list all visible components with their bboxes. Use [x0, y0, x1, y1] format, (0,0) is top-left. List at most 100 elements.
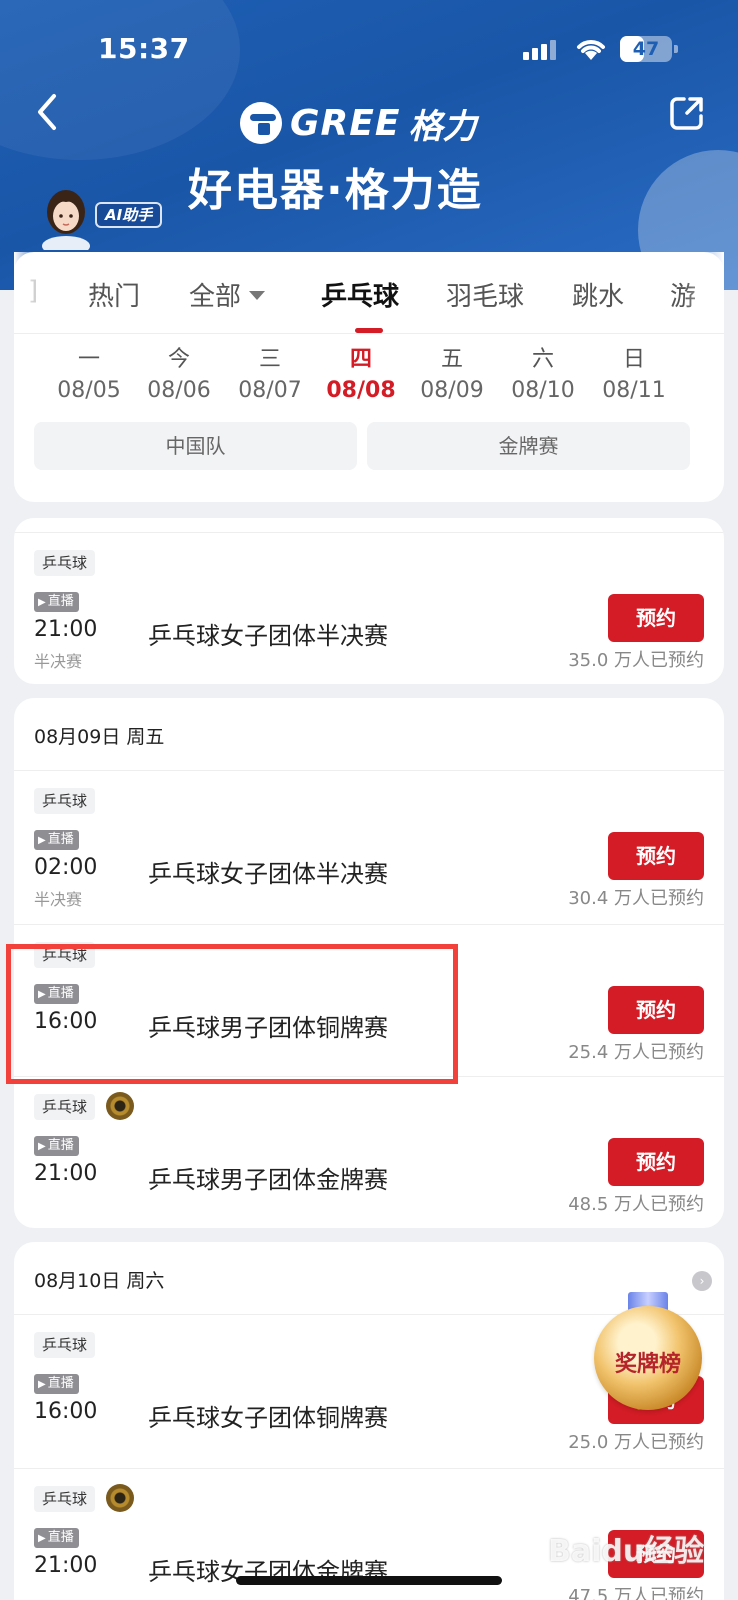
battery-percent: 47: [632, 38, 660, 60]
gold-medal-icon: [106, 1484, 134, 1512]
reserve-button[interactable]: 预约: [608, 986, 704, 1034]
event-time: 21:00: [34, 617, 98, 642]
header-decoration: [0, 0, 240, 160]
sport-tag: 乒乓球: [34, 788, 96, 814]
category-tabs: ] 热门 全部 乒乓球 羽毛球 跳水 游: [14, 252, 724, 334]
ai-assistant-label[interactable]: AI助手: [95, 202, 163, 228]
day-weekday: 六: [531, 347, 554, 372]
status-time: 15:37: [98, 32, 190, 65]
active-tab-indicator: [355, 328, 383, 333]
day-date: 08/11: [602, 378, 666, 403]
tab-pingpong[interactable]: 乒乓球: [321, 276, 399, 313]
reserve-button[interactable]: 预约: [608, 832, 704, 880]
tab-all[interactable]: 全部: [189, 276, 266, 313]
schedule-section: 乒乓球 直播 21:00 半决赛 乒乓球女子团体半决赛 预约 35.0 万人已预…: [14, 518, 724, 684]
reservation-count: 25.0 万人已预约: [568, 1432, 704, 1453]
day-wed[interactable]: 三 08/07: [230, 346, 310, 408]
day-today[interactable]: 今 08/06: [139, 346, 219, 408]
day-weekday: 五: [440, 347, 463, 372]
tab-all-label: 全部: [189, 282, 242, 312]
event-row[interactable]: 乒乓球 直播 21:00 乒乓球男子团体金牌赛 预约 48.5 万人已预约: [14, 1078, 724, 1228]
day-date: 08/09: [420, 378, 484, 403]
gold-medal-icon: [106, 1092, 134, 1120]
watermark: Baidu经验: [548, 1534, 705, 1569]
cellular-signal-icon: [523, 38, 559, 60]
event-time: 21:00: [34, 1161, 98, 1186]
sport-tag: 乒乓球: [34, 1332, 96, 1358]
back-arrow-icon[interactable]: [30, 90, 70, 134]
chevron-right-icon[interactable]: ›: [692, 1271, 712, 1291]
day-date: 08/06: [147, 378, 211, 403]
event-time: 16:00: [34, 1399, 98, 1424]
sport-tag: 乒乓球: [34, 550, 96, 576]
day-fri[interactable]: 五 08/09: [412, 346, 492, 408]
section-date-header: 08月09日 周五: [34, 726, 165, 748]
day-sun[interactable]: 日 08/11: [594, 346, 674, 408]
day-weekday: 今: [167, 347, 190, 372]
tab-diving[interactable]: 跳水: [572, 276, 624, 313]
chevron-down-icon: [249, 291, 266, 300]
event-title: 乒乓球女子团体铜牌赛: [148, 1404, 388, 1432]
day-weekday: 一: [77, 347, 100, 372]
event-title: 乒乓球女子团体半决赛: [148, 860, 388, 888]
reservation-count: 35.0 万人已预约: [568, 650, 704, 671]
gold-medal-filter[interactable]: 金牌赛: [367, 422, 690, 470]
home-indicator[interactable]: [236, 1576, 502, 1585]
gree-logo-icon: [240, 102, 282, 144]
tabs-fade-right: [684, 252, 724, 333]
day-mon[interactable]: 一 08/05: [49, 346, 129, 408]
share-icon[interactable]: [668, 94, 706, 132]
live-badge: 直播: [34, 1374, 79, 1394]
highlight-box: [6, 944, 458, 1084]
divider: [14, 770, 724, 771]
reservation-count: 25.4 万人已预约: [568, 1042, 704, 1063]
brand-logo: GREE 格力: [240, 100, 477, 147]
battery-nub: [674, 45, 678, 53]
day-sat[interactable]: 六 08/10: [503, 346, 583, 408]
day-date: 08/10: [511, 378, 575, 403]
day-weekday: 日: [622, 347, 645, 372]
reservation-count: 48.5 万人已预约: [568, 1194, 704, 1215]
ai-assistant-avatar[interactable]: [40, 184, 92, 250]
live-badge: 直播: [34, 592, 79, 612]
live-badge: 直播: [34, 830, 79, 850]
divider: [14, 532, 724, 533]
event-title: 乒乓球男子团体金牌赛: [148, 1166, 388, 1194]
event-row[interactable]: 乒乓球 直播 02:00 半决赛 乒乓球女子团体半决赛 预约 30.4 万人已预…: [14, 772, 724, 922]
brand-name-cn: 格力: [408, 106, 477, 147]
day-date: 08/08: [326, 378, 396, 403]
reservation-count: 47.5 万人已预约: [568, 1586, 704, 1600]
event-stage: 半决赛: [34, 890, 83, 909]
wifi-icon: [577, 40, 605, 60]
reservation-count: 30.4 万人已预约: [568, 888, 704, 909]
medal-table-button[interactable]: 奖牌榜: [594, 1292, 702, 1412]
header-banner: 15:37 47 GREE 格力 好电器·格力造 AI助手: [0, 0, 738, 290]
day-date: 08/07: [238, 378, 302, 403]
sport-tag: 乒乓球: [34, 1486, 96, 1512]
battery-icon: 47: [620, 36, 678, 62]
event-time: 02:00: [34, 855, 98, 880]
tab-hot[interactable]: 热门: [88, 276, 140, 313]
filter-panel: ] 热门 全部 乒乓球 羽毛球 跳水 游 一 08/05 今 08/06 三 0…: [14, 252, 724, 502]
event-row[interactable]: 乒乓球 直播 21:00 半决赛 乒乓球女子团体半决赛 预约 35.0 万人已预…: [14, 534, 724, 684]
reserve-button[interactable]: 预约: [608, 1138, 704, 1186]
sport-tag: 乒乓球: [34, 1094, 96, 1120]
china-team-filter[interactable]: 中国队: [34, 422, 357, 470]
tabs-fade-left: [14, 252, 44, 333]
divider: [14, 924, 724, 925]
brand-slogan: 好电器·格力造: [188, 165, 483, 216]
event-title: 乒乓球女子团体半决赛: [148, 622, 388, 650]
reserve-button[interactable]: 预约: [608, 594, 704, 642]
medal-table-label: 奖牌榜: [614, 1352, 681, 1377]
tab-badminton[interactable]: 羽毛球: [446, 276, 524, 313]
day-thu-selected[interactable]: 四 08/08: [321, 346, 401, 408]
event-time: 21:00: [34, 1553, 98, 1578]
day-weekday: 四: [349, 347, 372, 372]
event-stage: 半决赛: [34, 652, 83, 671]
section-date-header: 08月10日 周六: [34, 1270, 165, 1292]
live-badge: 直播: [34, 1136, 79, 1156]
live-badge: 直播: [34, 1528, 79, 1548]
divider: [14, 1468, 724, 1469]
day-date: 08/05: [57, 378, 121, 403]
brand-name: GREE: [290, 102, 401, 144]
